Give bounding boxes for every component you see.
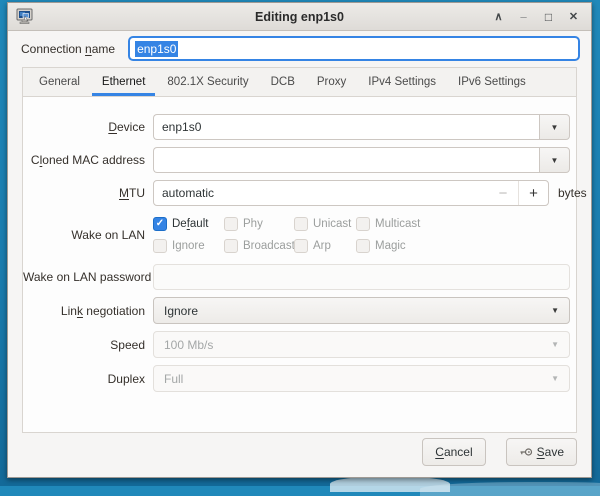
chevron-down-icon: ▼ — [551, 156, 559, 165]
link-negotiation-label: Link negotiation — [23, 304, 145, 318]
device-dropdown-button[interactable]: ▼ — [539, 114, 570, 140]
minimize-icon[interactable]: _ — [514, 7, 533, 26]
wake-on-lan-options: ✓Default Phy Unicast Multicast Ignore Br… — [153, 213, 420, 257]
checkbox-ignore: Ignore — [153, 239, 224, 253]
chevron-down-icon: ▼ — [551, 306, 559, 315]
device-label: Device — [23, 120, 145, 134]
cloned-mac-input[interactable] — [153, 147, 539, 173]
wol-password-label: Wake on LAN password — [23, 270, 145, 284]
connection-name-input[interactable]: enp1s0 — [128, 36, 580, 61]
tab-general[interactable]: General — [28, 68, 91, 96]
wol-password-row: Wake on LAN password — [23, 264, 570, 290]
settings-notebook: General Ethernet 802.1X Security DCB Pro… — [22, 67, 577, 433]
checkbox-unchecked-icon — [294, 217, 308, 231]
checkbox-unchecked-icon — [356, 239, 370, 253]
checkbox-unchecked-icon — [224, 239, 238, 253]
network-connection-app-icon — [16, 8, 33, 25]
checkbox-unchecked-icon — [153, 239, 167, 253]
device-combo: enp1s0 ▼ — [153, 114, 570, 140]
speed-label: Speed — [23, 338, 145, 352]
maximize-icon[interactable]: □ — [539, 7, 558, 26]
checkbox-unchecked-icon — [356, 217, 370, 231]
device-row: Device enp1s0 ▼ — [23, 114, 570, 140]
speed-row: Speed 100 Mb/s ▼ — [23, 331, 570, 358]
wol-password-input — [153, 264, 570, 290]
dialog-action-area: Cancel Save — [8, 433, 591, 477]
checkbox-magic: Magic — [356, 239, 420, 253]
mtu-spinbutton[interactable]: automatic − + — [153, 180, 549, 206]
checkbox-unchecked-icon — [224, 217, 238, 231]
cancel-button[interactable]: Cancel — [422, 438, 485, 466]
tab-ethernet[interactable]: Ethernet — [91, 68, 156, 96]
device-input[interactable]: enp1s0 — [153, 114, 539, 140]
tab-dcb[interactable]: DCB — [260, 68, 306, 96]
checkbox-default[interactable]: ✓Default — [153, 217, 224, 231]
link-negotiation-select[interactable]: Ignore ▼ — [153, 297, 570, 324]
tab-proxy[interactable]: Proxy — [306, 68, 357, 96]
cloned-mac-combo: ▼ — [153, 147, 570, 173]
shade-icon[interactable]: ∧ — [489, 7, 508, 26]
checkbox-unchecked-icon — [294, 239, 308, 253]
cloned-mac-label: Cloned MAC address — [23, 153, 145, 167]
minus-icon: − — [488, 181, 518, 205]
key-icon — [519, 446, 533, 458]
tab-8021x-security[interactable]: 802.1X Security — [156, 68, 259, 96]
mtu-value[interactable]: automatic — [154, 186, 488, 200]
checkbox-arp: Arp — [294, 239, 356, 253]
speed-select: 100 Mb/s ▼ — [153, 331, 570, 358]
duplex-row: Duplex Full ▼ — [23, 365, 570, 392]
checkbox-unicast: Unicast — [294, 217, 356, 231]
duplex-select: Full ▼ — [153, 365, 570, 392]
wallpaper-swirl — [330, 476, 450, 492]
cloned-mac-row: Cloned MAC address ▼ — [23, 147, 570, 173]
chevron-down-icon: ▼ — [551, 123, 559, 132]
checkbox-multicast: Multicast — [356, 217, 420, 231]
mtu-label: MTU — [23, 186, 145, 200]
save-button[interactable]: Save — [506, 438, 577, 466]
plus-icon[interactable]: + — [518, 181, 548, 205]
checkbox-checked-icon: ✓ — [153, 217, 167, 231]
wake-on-lan-label: Wake on LAN — [23, 228, 145, 242]
ethernet-tab-content: Device enp1s0 ▼ Cloned MAC address — [22, 97, 577, 433]
mtu-row: MTU automatic − + bytes — [23, 180, 570, 206]
connection-name-label: Connection name — [21, 42, 115, 56]
checkbox-broadcast: Broadcast — [224, 239, 294, 253]
chevron-down-icon: ▼ — [551, 374, 559, 383]
mtu-unit-label: bytes — [558, 186, 587, 200]
titlebar[interactable]: Editing enp1s0 ∧ _ □ ✕ — [8, 3, 591, 31]
window-controls: ∧ _ □ ✕ — [489, 7, 583, 26]
chevron-down-icon: ▼ — [551, 340, 559, 349]
tab-ipv4-settings[interactable]: IPv4 Settings — [357, 68, 447, 96]
connection-name-row: Connection name enp1s0 — [8, 31, 591, 66]
duplex-label: Duplex — [23, 372, 145, 386]
tab-bar: General Ethernet 802.1X Security DCB Pro… — [22, 67, 577, 97]
connection-editor-window: Editing enp1s0 ∧ _ □ ✕ Connection name e… — [7, 2, 592, 478]
close-icon[interactable]: ✕ — [564, 7, 583, 26]
cloned-mac-dropdown-button[interactable]: ▼ — [539, 147, 570, 173]
wake-on-lan-row: Wake on LAN ✓Default Phy Unicast Multica… — [23, 213, 570, 257]
link-negotiation-row: Link negotiation Ignore ▼ — [23, 297, 570, 324]
selected-text: enp1s0 — [135, 41, 178, 57]
checkbox-phy: Phy — [224, 217, 294, 231]
tab-ipv6-settings[interactable]: IPv6 Settings — [447, 68, 537, 96]
